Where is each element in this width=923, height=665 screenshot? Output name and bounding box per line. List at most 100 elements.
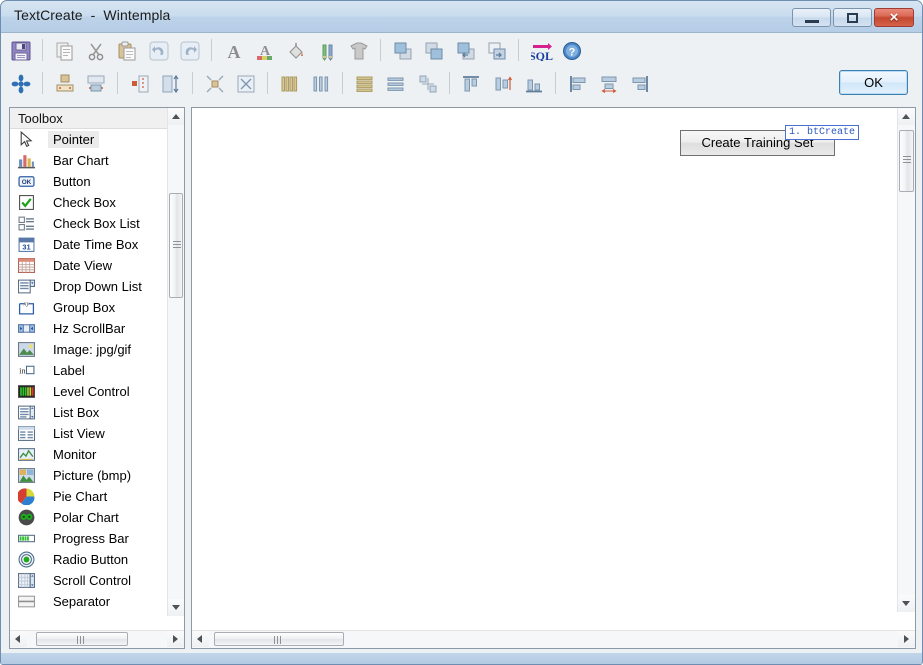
paste-icon[interactable]: [113, 35, 141, 65]
list-view-icon: [18, 425, 35, 442]
redo-icon[interactable]: [176, 35, 204, 65]
copy-icon[interactable]: [51, 35, 79, 65]
maximize-button[interactable]: [833, 8, 872, 27]
toolbox-item-monitor[interactable]: Monitor: [10, 444, 168, 465]
cut-icon[interactable]: [82, 35, 110, 65]
button-icon: OK: [18, 173, 35, 190]
toolbox-item-list-view[interactable]: List View: [10, 423, 168, 444]
toolbox-panel: Toolbox Pointer Bar Chart OK Button Check Bo…: [9, 107, 185, 649]
toolbox-item-pie-chart[interactable]: Pie Chart: [10, 486, 168, 507]
sql-icon[interactable]: SQL: [527, 35, 555, 65]
toolbox-item-date-view[interactable]: Date View: [10, 255, 168, 276]
level-control-icon: [18, 383, 35, 400]
toolbox-item-pointer[interactable]: Pointer: [10, 129, 168, 150]
toolbox-item-check-box[interactable]: Check Box: [10, 192, 168, 213]
group-box-icon: xy: [18, 299, 35, 316]
shrink-icon[interactable]: [201, 68, 229, 98]
toolbox-item-image-jpg-gif[interactable]: Image: jpg/gif: [10, 339, 168, 360]
toolbox-header: Toolbox: [10, 108, 184, 129]
bring-forward-icon[interactable]: [452, 35, 480, 65]
toolbox-horizontal-scrollbar[interactable]: [10, 630, 184, 648]
grip-icon: [274, 636, 284, 644]
toolbox-item-scroll-control[interactable]: Scroll Control: [10, 570, 168, 591]
align-center-icon[interactable]: [595, 68, 623, 98]
svg-text:A: A: [227, 42, 240, 61]
design-surface[interactable]: Create Training Set 1. btCreate: [192, 108, 898, 612]
columns-equal-icon[interactable]: [276, 68, 304, 98]
toolbar-separator: [376, 35, 385, 65]
scroll-left-button[interactable]: [192, 631, 209, 647]
font-icon[interactable]: A: [220, 35, 248, 65]
scroll-up-button[interactable]: [168, 108, 184, 125]
send-backward-icon[interactable]: [483, 35, 511, 65]
scrollbar-thumb[interactable]: [899, 130, 914, 192]
toolbox-item-polar-chart[interactable]: Polar Chart: [10, 507, 168, 528]
scroll-right-button[interactable]: [898, 631, 915, 647]
toolbox-item-check-box-list[interactable]: Check Box List: [10, 213, 168, 234]
toolbox-list[interactable]: Pointer Bar Chart OK Button Check Box Check B…: [10, 129, 168, 616]
toolbox-item-bar-chart[interactable]: Bar Chart: [10, 150, 168, 171]
toolbox-item-label[interactable]: in Label: [10, 360, 168, 381]
rows-spacing-icon[interactable]: [382, 68, 410, 98]
align-bottom-icon[interactable]: [520, 68, 548, 98]
toolbox-item-label: Date Time Box: [53, 237, 139, 252]
distribute-icon[interactable]: [414, 68, 442, 98]
canvas-vertical-scrollbar[interactable]: [897, 108, 915, 612]
scroll-down-button[interactable]: [168, 599, 184, 616]
status-strip: [1, 653, 922, 664]
toolbox-item-group-box[interactable]: xy Group Box: [10, 297, 168, 318]
send-to-back-icon[interactable]: [420, 35, 448, 65]
scrollbar-thumb[interactable]: [169, 193, 183, 298]
toolbox-item-separator[interactable]: Separator: [10, 591, 168, 612]
toolbox-item-button[interactable]: OK Button: [10, 171, 168, 192]
toolbox-item-label: List View: [53, 426, 105, 441]
help-icon[interactable]: ?: [558, 35, 586, 65]
ok-button[interactable]: OK: [839, 70, 908, 95]
canvas-horizontal-scrollbar[interactable]: [192, 630, 915, 648]
align-middle-icon[interactable]: [489, 68, 517, 98]
toolbox-item-drop-down-list[interactable]: Drop Down List: [10, 276, 168, 297]
scroll-down-button[interactable]: [898, 595, 915, 612]
center-horizontally-icon[interactable]: [126, 68, 154, 98]
toolbox-item-progress-bar[interactable]: Progress Bar: [10, 528, 168, 549]
bring-to-front-icon[interactable]: [389, 35, 417, 65]
toolbox-vertical-scrollbar[interactable]: [167, 108, 184, 616]
center-vertically-icon[interactable]: [157, 68, 185, 98]
scrollbar-thumb[interactable]: [214, 632, 344, 646]
toolbox-item-radio-button[interactable]: Radio Button: [10, 549, 168, 570]
close-button[interactable]: ×: [874, 8, 914, 27]
pencils-icon[interactable]: [314, 35, 342, 65]
scrollbar-thumb[interactable]: [36, 632, 128, 646]
scroll-right-button[interactable]: [167, 631, 184, 647]
undo-icon[interactable]: [145, 35, 173, 65]
align-vertical-center-icon[interactable]: [82, 68, 110, 98]
rows-equal-icon[interactable]: [351, 68, 379, 98]
save-icon[interactable]: [7, 35, 35, 65]
picture-icon: [18, 467, 35, 484]
scroll-left-button[interactable]: [10, 631, 27, 647]
svg-text:SQL: SQL: [531, 49, 553, 61]
minimize-button[interactable]: [792, 8, 831, 27]
toolbox-item-list-box[interactable]: List Box: [10, 402, 168, 423]
toolbox-item-label: Radio Button: [53, 552, 129, 567]
font-color-icon[interactable]: A: [251, 35, 279, 65]
toolbox-item-date-time-box[interactable]: 31 Date Time Box: [10, 234, 168, 255]
columns-spacing-icon[interactable]: [307, 68, 335, 98]
toolbox-item-picture-bmp[interactable]: Picture (bmp): [10, 465, 168, 486]
scroll-up-button[interactable]: [898, 108, 915, 125]
svg-text:31: 31: [22, 242, 30, 251]
expand-icon[interactable]: [232, 68, 260, 98]
align-left-icon[interactable]: [564, 68, 592, 98]
align-horizontal-center-icon[interactable]: [51, 68, 79, 98]
progress-bar-icon: [18, 530, 35, 547]
align-right-icon[interactable]: [626, 68, 654, 98]
toolbox-item-slider[interactable]: Slider: [10, 612, 168, 616]
toolbox-item-level-control[interactable]: Level Control: [10, 381, 168, 402]
toolbox-item-label: Check Box: [53, 195, 116, 210]
theme-icon[interactable]: [345, 35, 373, 65]
toolbox-item-label: Group Box: [53, 300, 116, 315]
toolbox-item-hz-scrollbar[interactable]: Hz ScrollBar: [10, 318, 168, 339]
align-top-icon[interactable]: [457, 68, 485, 98]
snap-icon[interactable]: [7, 68, 35, 98]
fill-color-icon[interactable]: [282, 35, 310, 65]
